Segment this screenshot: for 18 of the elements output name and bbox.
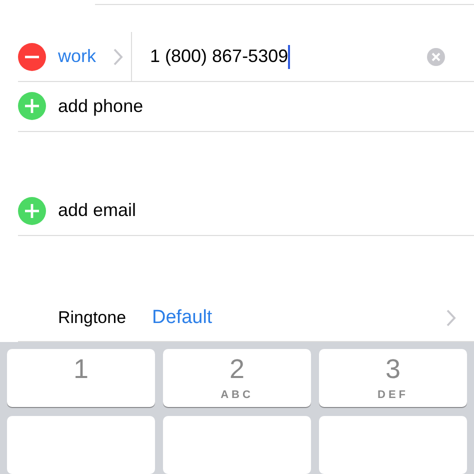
chevron-icon (446, 309, 456, 328)
add-phone-label[interactable]: add phone (58, 92, 144, 120)
add-icon[interactable] (18, 196, 46, 225)
keypad-key[interactable] (7, 416, 155, 474)
ringtone-label: Ringtone (58, 307, 128, 330)
clear-icon[interactable] (427, 48, 445, 66)
ringtone-value[interactable]: Default (152, 304, 446, 332)
remove-icon[interactable] (18, 42, 46, 71)
keypad-key[interactable] (163, 416, 311, 474)
phone-field[interactable]: 1 (800) 867-5309 (150, 43, 427, 70)
add-email-label[interactable]: add email (58, 197, 136, 224)
add-icon[interactable] (18, 92, 46, 120)
keypad-key[interactable]: 3 DEF (319, 349, 467, 407)
phone-label[interactable]: work (58, 43, 113, 70)
keypad-key[interactable] (319, 416, 467, 474)
keypad-key[interactable]: 2 ABC (163, 349, 311, 407)
keypad-key[interactable]: 1 (7, 349, 155, 407)
chevron-icon (113, 48, 123, 66)
